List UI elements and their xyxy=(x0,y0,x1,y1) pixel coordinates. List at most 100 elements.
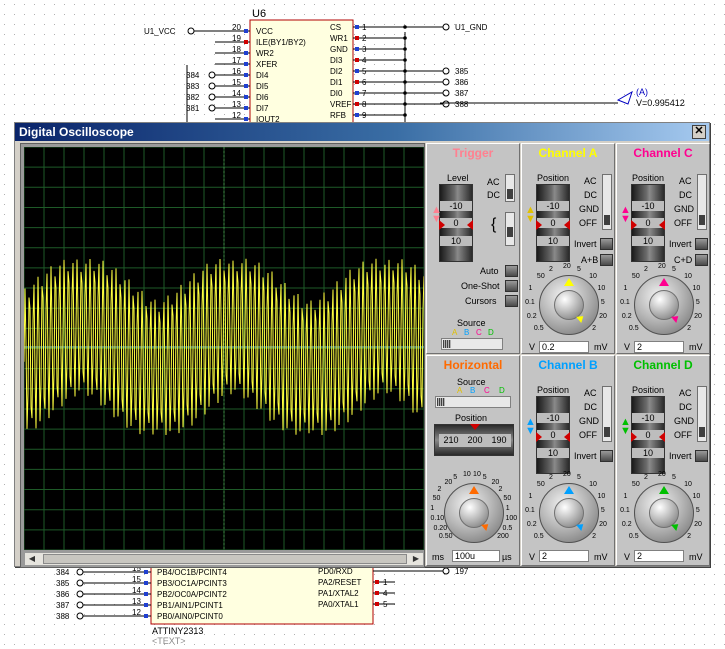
knob-tick: 2 xyxy=(548,473,553,481)
knob-pointer-icon xyxy=(469,486,479,494)
channel-b-arrows-icon: ▲ ▼ xyxy=(525,416,536,437)
scroll-left-icon[interactable]: ◀ xyxy=(26,554,38,564)
channel-b-coupling-switch[interactable] xyxy=(602,386,612,442)
trigger-coupling-switch[interactable] xyxy=(505,174,515,202)
svg-text:19: 19 xyxy=(232,34,241,43)
trigger-source-slider[interactable] xyxy=(441,338,503,350)
attiny-pin[interactable]: PA1/XTAL2 4 xyxy=(318,589,395,598)
svg-text:14: 14 xyxy=(232,89,241,98)
channel-b-title: Channel B xyxy=(538,358,598,372)
channel-c-invert-button[interactable] xyxy=(695,238,708,250)
svg-text:386: 386 xyxy=(455,78,469,87)
knob-tick: 0.5 xyxy=(628,325,639,333)
channel-a-arrows-icon: ▲ ▼ xyxy=(525,204,536,225)
channel-a-invert-button[interactable] xyxy=(600,238,613,250)
channel-d-position-knob[interactable]: -10 0 10 xyxy=(631,396,665,474)
scope-trace xyxy=(23,146,425,551)
knob-tick: 10 xyxy=(589,481,597,489)
channel-b-panel: Channel B Position -10 0 10 ▲ ▼ AC DC GND… xyxy=(521,355,615,566)
knob-tick: 1 xyxy=(430,505,435,513)
knob-tick: 50 xyxy=(631,481,640,489)
horizontal-title: Horizontal xyxy=(443,358,503,372)
knob-tick: 2 xyxy=(643,473,648,481)
channel-b-value-field[interactable]: 2 xyxy=(539,550,589,562)
knob-pointer-icon xyxy=(659,278,669,286)
mode-cursors-label: Cursors xyxy=(465,296,497,306)
svg-text:PB4/OC1B/PCINT4: PB4/OC1B/PCINT4 xyxy=(157,568,227,577)
scroll-right-icon[interactable]: ▶ xyxy=(410,554,422,564)
attiny-pin[interactable]: PA0/XTAL1 5 xyxy=(318,600,395,609)
channel-a-position-knob[interactable]: -10 0 10 xyxy=(536,184,570,262)
channel-d-value-field[interactable]: 2 xyxy=(634,550,684,562)
scope-screen[interactable] xyxy=(23,146,425,551)
trig-source-label: Source xyxy=(457,318,486,328)
knob-tick: 1 xyxy=(623,492,628,500)
channel-c-value-field[interactable]: 2 xyxy=(634,341,684,353)
knob-tick: 200 xyxy=(497,533,509,541)
knob-tick: 5 xyxy=(482,474,487,481)
channel-a-panel: Channel A Position -10 0 10 ▲ ▼ AC DC GND… xyxy=(521,143,615,354)
channel-a-volts-knob[interactable]: 0.5 0.2 0.1 1 50 2 20 5 10 10 5 20 2 xyxy=(525,262,612,348)
attiny-text: <TEXT> xyxy=(152,636,186,646)
knob-tick: 20 xyxy=(694,520,702,528)
trigger-edge-switch[interactable] xyxy=(505,212,515,246)
knob-pointer-icon xyxy=(659,486,669,494)
channel-d-coupling-switch[interactable] xyxy=(697,386,707,442)
knob-tick: 1 xyxy=(528,284,533,292)
channel-b-invert-button[interactable] xyxy=(600,450,613,462)
level-arrows-icon: ▲ ▼ xyxy=(431,204,442,225)
horizontal-timebase-knob[interactable]: 0.50 0.20 0.10 1 50 2 20 5 10 10 5 20 2 50 1 100 0.5 200 xyxy=(430,470,517,556)
svg-text:387: 387 xyxy=(455,89,469,98)
knob-tick: 5 xyxy=(453,474,458,481)
knob-pointer-icon xyxy=(564,278,574,286)
oscilloscope-window[interactable]: Digital Oscilloscope ✕ ◀ ▶ Trigger Level… xyxy=(14,122,710,568)
channel-c-volts-knob[interactable]: 0.5 0.2 0.1 1 50 2 20 5 10 10 5 20 2 xyxy=(620,262,707,348)
svg-text:DI4: DI4 xyxy=(256,71,269,80)
trig-ac-label: AC xyxy=(487,177,500,187)
knob-tick: 50 xyxy=(432,495,441,503)
horizontal-position-knob[interactable]: 210 200 190 xyxy=(434,424,514,456)
knob-tick: 0.50 xyxy=(438,533,453,541)
svg-text:PD0/RXD: PD0/RXD xyxy=(318,567,353,576)
svg-text:DI2: DI2 xyxy=(330,67,343,76)
horizontal-value-field[interactable]: 100u xyxy=(452,550,500,562)
close-icon[interactable]: ✕ xyxy=(692,125,706,139)
svg-text:U1_GND: U1_GND xyxy=(455,23,488,32)
svg-text:PB2/OC0A/PCINT2: PB2/OC0A/PCINT2 xyxy=(157,590,227,599)
oscilloscope-titlebar[interactable]: Digital Oscilloscope ✕ xyxy=(15,123,709,141)
channel-b-position-knob[interactable]: -10 0 10 xyxy=(536,396,570,474)
scroll-thumb[interactable] xyxy=(43,554,407,564)
knob-tick: 10 xyxy=(597,492,606,500)
channel-a-value-field[interactable]: 0.2 xyxy=(539,341,589,353)
trigger-panel: Trigger Level -10 0 10 ▲ ▼ AC DC { Auto O… xyxy=(426,143,520,354)
mode-oneshot-button[interactable] xyxy=(505,280,518,292)
channel-a-coupling-switch[interactable] xyxy=(602,174,612,230)
mode-auto-button[interactable] xyxy=(505,265,518,277)
mode-cursors-button[interactable] xyxy=(505,295,518,307)
attiny-pin[interactable]: PA2/RESET 1 xyxy=(318,578,395,587)
knob-tick: 20 xyxy=(658,471,666,478)
svg-text:388: 388 xyxy=(455,100,469,109)
svg-text:ILE(BY1/BY2): ILE(BY1/BY2) xyxy=(256,38,306,47)
channel-c-coupling-switch[interactable] xyxy=(697,174,707,230)
channel-d-invert-button[interactable] xyxy=(695,450,708,462)
svg-text:13: 13 xyxy=(132,597,141,606)
knob-tick: 0.5 xyxy=(502,524,513,532)
knob-tick: 20 xyxy=(444,479,453,487)
svg-text:5: 5 xyxy=(383,600,388,609)
svg-text:WR1: WR1 xyxy=(330,34,348,43)
svg-text:18: 18 xyxy=(232,45,241,54)
svg-text:CS: CS xyxy=(330,23,341,32)
horizontal-source-slider[interactable] xyxy=(435,396,511,408)
knob-tick: 10 xyxy=(462,471,471,479)
trigger-level-knob[interactable]: -10 0 10 xyxy=(439,184,473,262)
scope-scrollbar[interactable]: ◀ ▶ xyxy=(24,552,424,566)
knob-tick: 0.1 xyxy=(525,298,535,306)
svg-text:385: 385 xyxy=(455,67,469,76)
channel-b-volts-knob[interactable]: 0.5 0.2 0.1 1 50 2 20 5 10 10 5 20 2 xyxy=(525,470,612,556)
knob-tick: 0.5 xyxy=(533,325,544,333)
channel-c-position-knob[interactable]: -10 0 10 xyxy=(631,184,665,262)
svg-text:PA2/RESET: PA2/RESET xyxy=(318,578,362,587)
knob-tick: 10 xyxy=(692,284,701,292)
channel-d-volts-knob[interactable]: 0.5 0.2 0.1 1 50 2 20 5 10 10 5 20 2 xyxy=(620,470,707,556)
